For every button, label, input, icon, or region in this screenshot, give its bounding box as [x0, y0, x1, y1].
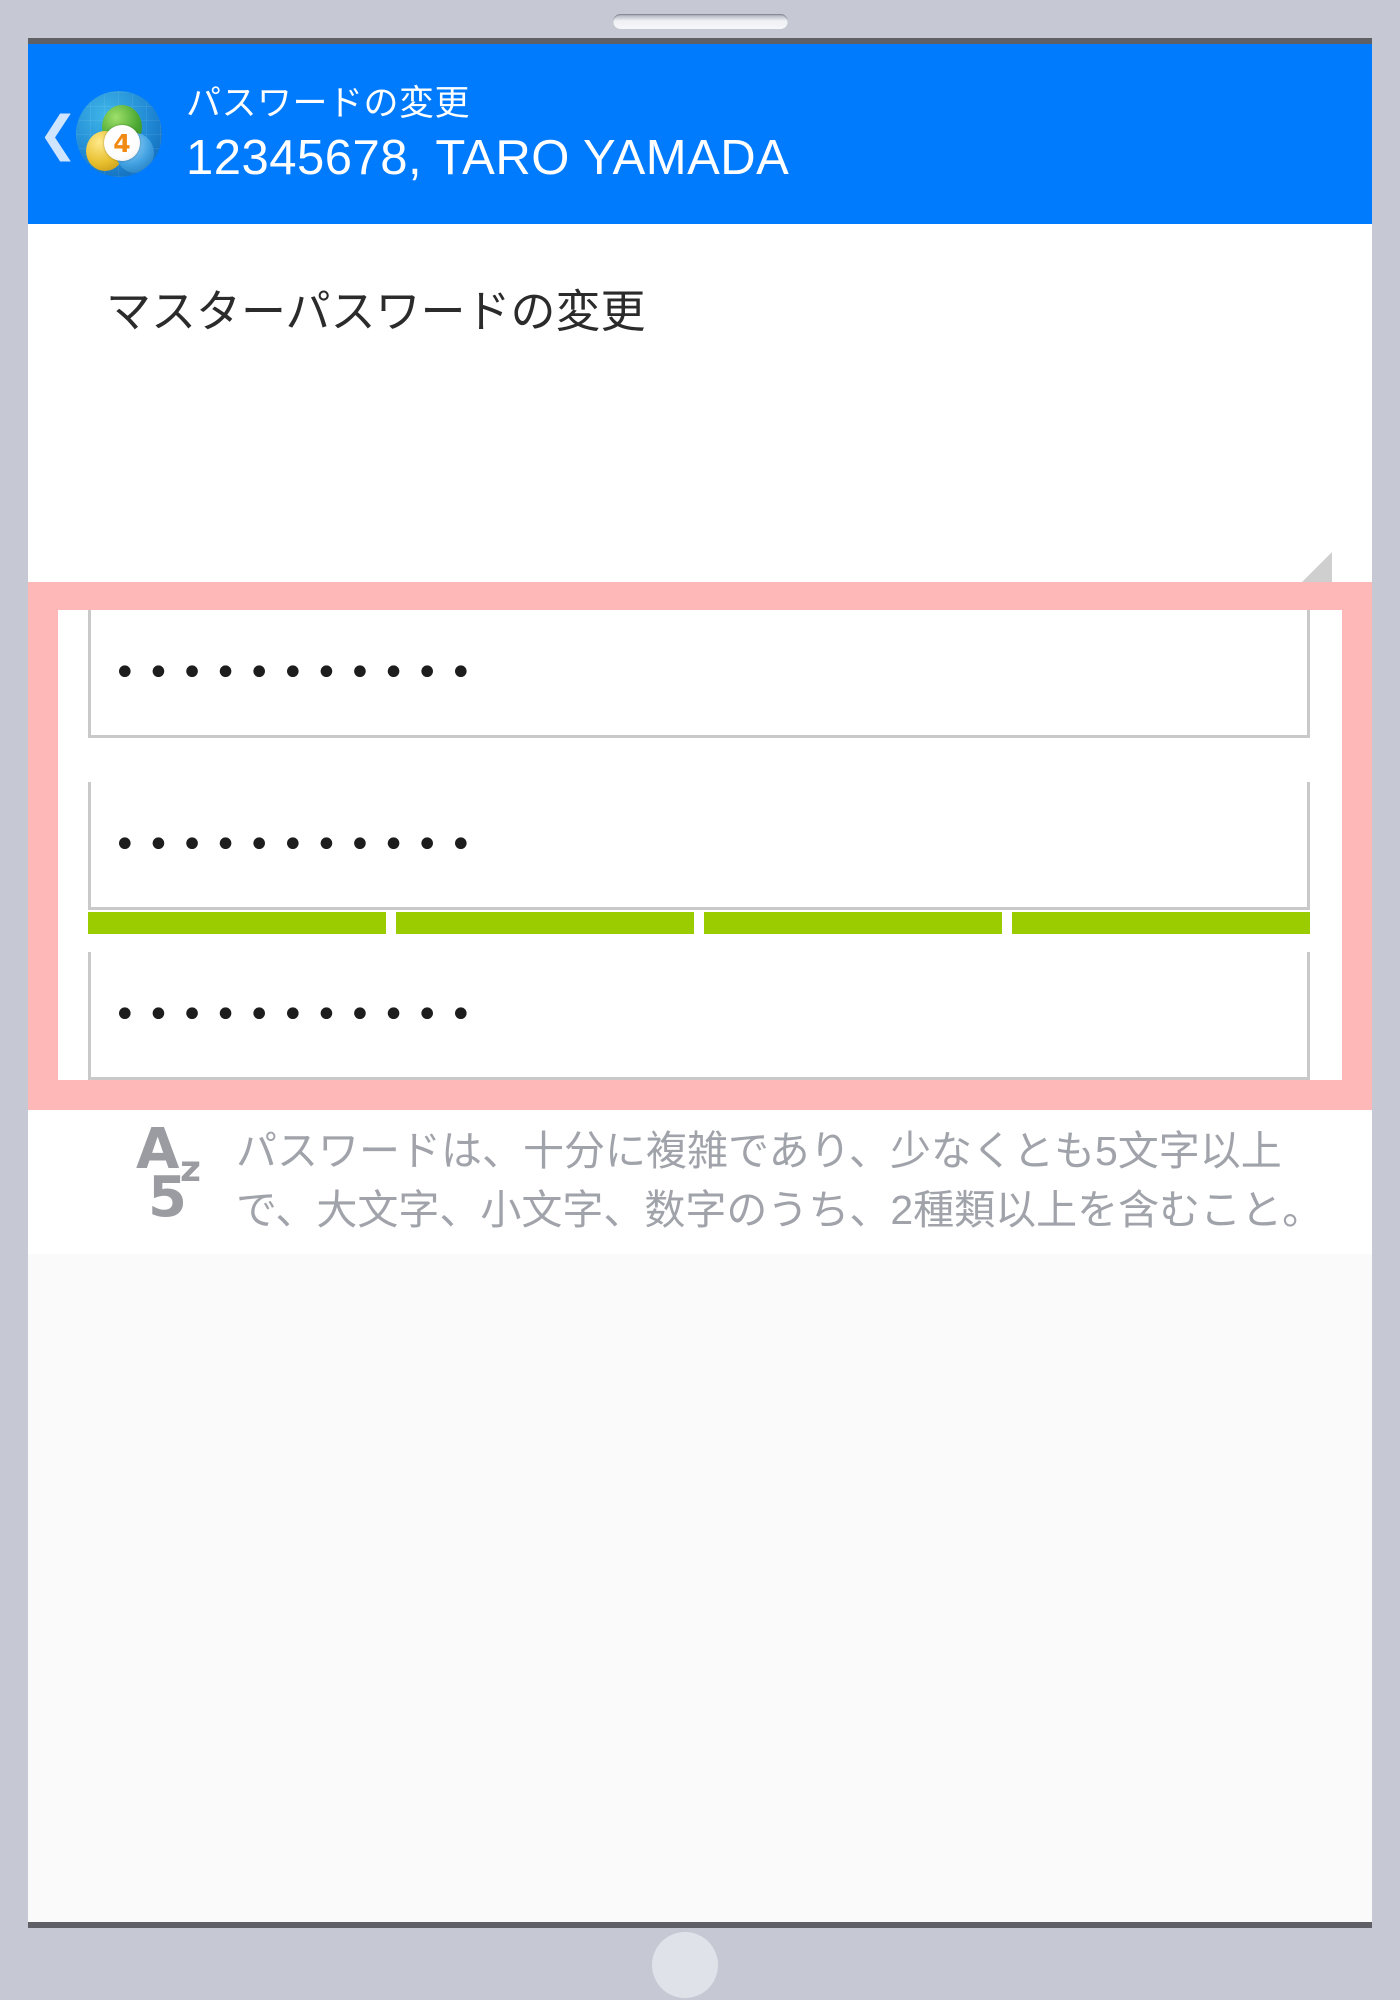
content-spacer	[28, 1254, 1372, 1922]
app-bar-subtitle: パスワードの変更	[186, 84, 471, 123]
strength-segment	[1012, 912, 1310, 934]
avatar-badge: 4	[104, 125, 140, 161]
highlight-overlay: ••••••••••• ••••••••••• •••••••••••	[28, 582, 1372, 1110]
avatar: 4	[76, 91, 162, 177]
home-button[interactable]	[652, 1932, 718, 1998]
avatar-badge-label: 4	[113, 128, 131, 158]
password-hint-text: パスワードは、十分に複雑であり、少なくとも5文字以上で、大文字、小文字、数字のう…	[236, 1128, 1324, 1233]
confirm-password-input[interactable]: •••••••••••	[88, 952, 1310, 1080]
scroll-corner-indicator-icon	[1302, 552, 1332, 582]
app-bar-title: 12345678, TARO YAMADA	[186, 131, 790, 185]
page-title: マスターパスワードの変更	[106, 286, 646, 337]
new-password-input[interactable]: •••••••••••	[88, 782, 1310, 910]
device-frame: ❮ 4 パスワードの変更 12345678, TARO YAMADA マスターパ…	[0, 0, 1400, 2000]
password-fields-card: ••••••••••• ••••••••••• •••••••••••	[58, 610, 1342, 1080]
device-top-bezel	[0, 0, 1400, 38]
app-bar-titles: パスワードの変更 12345678, TARO YAMADA	[186, 80, 789, 188]
strength-segment	[704, 912, 1002, 934]
page-content: マスターパスワードの変更 ••••••••••• ••••••••••• •••…	[28, 224, 1372, 1922]
app-bar: ❮ 4 パスワードの変更 12345678, TARO YAMADA	[28, 44, 1372, 224]
current-password-value: •••••••••••	[113, 649, 483, 696]
device-right-bezel	[1372, 38, 1400, 1928]
app-screen: ❮ 4 パスワードの変更 12345678, TARO YAMADA マスターパ…	[28, 44, 1372, 1922]
new-password-value: •••••••••••	[113, 821, 483, 868]
speaker-slot	[613, 14, 788, 29]
strength-segment	[88, 912, 386, 934]
password-hint-row: A z 5 パスワードは、十分に複雑であり、少なくとも5文字以上で、大文字、小文…	[28, 1122, 1372, 1240]
strength-segment	[396, 912, 694, 934]
password-complexity-icon: A z 5	[118, 1122, 236, 1234]
device-left-bezel	[0, 38, 28, 1928]
current-password-input[interactable]: •••••••••••	[88, 610, 1310, 738]
confirm-password-value: •••••••••••	[113, 991, 483, 1038]
password-strength-meter	[88, 912, 1310, 934]
icon-glyph-5: 5	[148, 1165, 187, 1230]
